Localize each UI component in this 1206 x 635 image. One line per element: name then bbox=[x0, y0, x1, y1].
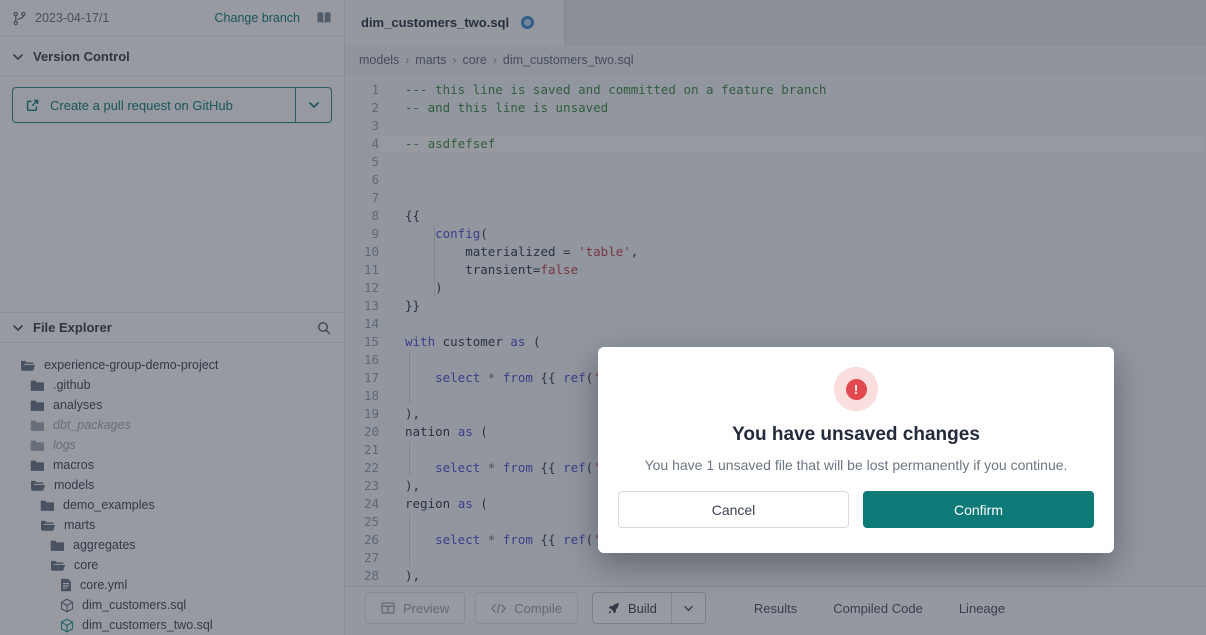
confirm-button[interactable]: Confirm bbox=[863, 491, 1094, 528]
modal-message: You have 1 unsaved file that will be los… bbox=[645, 457, 1068, 473]
modal-buttons: Cancel Confirm bbox=[598, 491, 1114, 528]
exclamation-icon: ! bbox=[846, 379, 867, 400]
cancel-button[interactable]: Cancel bbox=[618, 491, 849, 528]
alert-icon: ! bbox=[834, 367, 878, 411]
unsaved-changes-modal: ! You have unsaved changes You have 1 un… bbox=[598, 347, 1114, 553]
modal-title: You have unsaved changes bbox=[732, 424, 980, 446]
